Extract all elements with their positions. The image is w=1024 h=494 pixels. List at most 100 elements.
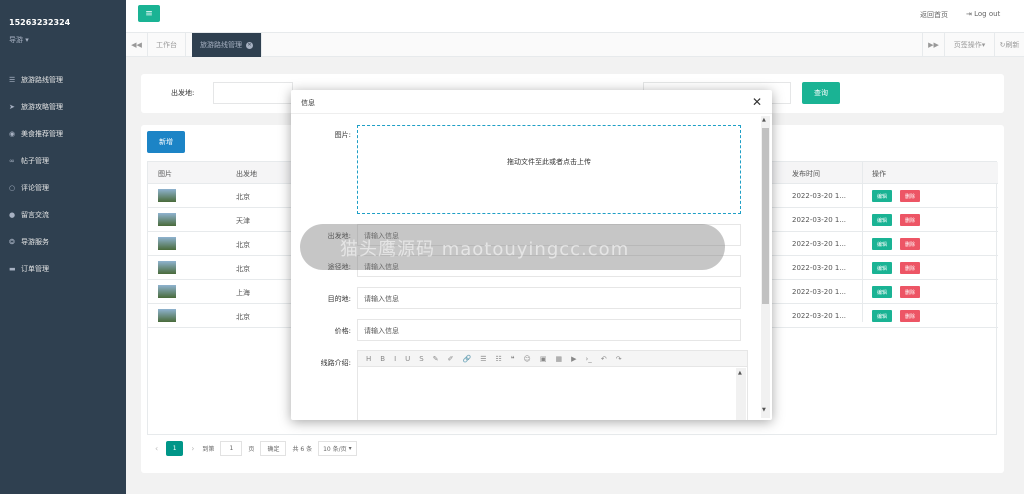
tab-label: 工作台 xyxy=(156,41,177,49)
modal-scrollbar[interactable]: ▲ ▼ xyxy=(761,116,770,418)
page-ops-dropdown[interactable]: 页签操作 ▾ xyxy=(944,33,994,57)
cell-from: 北京 xyxy=(236,241,250,249)
logout-link[interactable]: ⇥ Log out xyxy=(966,10,1000,18)
edit-button[interactable]: 编辑 xyxy=(872,238,892,250)
delete-button[interactable]: 删除 xyxy=(900,286,920,298)
user-name: 15263232324 xyxy=(9,18,71,27)
image-icon[interactable]: ▣ xyxy=(540,355,547,363)
page-size-value: 10 条/页 xyxy=(323,445,347,453)
sidebar-item-comments[interactable]: ○ 评论管理 xyxy=(0,174,126,201)
scroll-down-icon[interactable]: ▼ xyxy=(762,407,766,413)
cell-time: 2022-03-20 1... xyxy=(792,312,847,320)
refresh-button[interactable]: ↻ 刷新 xyxy=(994,33,1024,57)
font-color-icon[interactable]: ✎ xyxy=(433,355,439,363)
page-size-select[interactable]: 10 条/页 ▾ xyxy=(318,440,357,456)
goto-page-input[interactable]: 1 xyxy=(220,440,243,456)
destination-input[interactable]: 请输入信息 xyxy=(357,287,741,309)
quote-icon[interactable]: ❝ xyxy=(511,355,515,363)
scroll-up-icon: ▲ xyxy=(738,370,742,376)
align-icon[interactable]: ☷ xyxy=(495,355,501,363)
sidebar-item-label: 评论管理 xyxy=(21,183,49,192)
strikethrough-icon[interactable]: S xyxy=(419,355,423,363)
rich-text-editor[interactable]: H B I U S ✎ ✐ 🔗 ☰ ☷ ❝ ☺ ▣ ▦ ▶ ›_ ↶ ↷ ▲ xyxy=(357,350,748,420)
edit-button[interactable]: 编辑 xyxy=(872,214,892,226)
image-label: 图片: xyxy=(334,131,351,139)
list-icon[interactable]: ☰ xyxy=(480,355,486,363)
sidebar-item-food[interactable]: ◉ 美食推荐管理 xyxy=(0,120,126,147)
delete-button[interactable]: 删除 xyxy=(900,238,920,250)
edit-button[interactable]: 编辑 xyxy=(872,310,892,322)
chat-icon: ∞ xyxy=(9,156,15,165)
tab-dashboard[interactable]: 工作台 xyxy=(148,33,186,57)
scrollbar-thumb[interactable] xyxy=(762,128,769,304)
hamburger-icon: ≡ xyxy=(145,8,153,19)
sidebar-item-service[interactable]: ❂ 导游服务 xyxy=(0,228,126,255)
upload-dropzone[interactable]: 拖动文件至此或者点击上传 xyxy=(357,125,741,214)
goto-confirm-button[interactable]: 确定 xyxy=(260,440,287,456)
user-role-dropdown[interactable]: 导游 ▾ xyxy=(9,35,29,45)
editor-scrollbar[interactable]: ▲ xyxy=(736,368,746,420)
code-icon[interactable]: ›_ xyxy=(586,355,592,363)
close-tab-icon[interactable]: ✕ xyxy=(246,41,253,49)
price-label: 价格: xyxy=(334,327,351,335)
sidebar-item-label: 旅游路线管理 xyxy=(21,75,63,84)
watermark-text: 猫头鹰源码 maotouyingcc.com xyxy=(340,239,630,260)
route-thumbnail xyxy=(158,309,176,322)
sidebar-item-messages[interactable]: ● 留言交流 xyxy=(0,201,126,228)
tabs-scroll-right-button[interactable]: ▶▶ xyxy=(922,33,944,57)
delete-button[interactable]: 删除 xyxy=(900,262,920,274)
edit-button[interactable]: 编辑 xyxy=(872,190,892,202)
back-home-link[interactable]: 返回首页 xyxy=(920,10,948,20)
cell-from: 北京 xyxy=(236,193,250,201)
tabs-bar: ◀◀ 工作台 旅游路线管理 ✕ ▶▶ 页签操作 ▾ ↻ 刷新 xyxy=(126,32,1024,57)
route-thumbnail xyxy=(158,213,176,226)
delete-button[interactable]: 删除 xyxy=(900,310,920,322)
tab-label: 旅游路线管理 xyxy=(200,41,242,49)
cell-time: 2022-03-20 1... xyxy=(792,264,847,272)
col-ops: 操作 xyxy=(872,170,886,178)
from-search-input[interactable] xyxy=(213,82,293,104)
route-thumbnail xyxy=(158,189,176,202)
underline-icon[interactable]: U xyxy=(405,355,410,363)
redo-icon[interactable]: ↷ xyxy=(616,355,622,363)
video-icon[interactable]: ▶ xyxy=(571,355,576,363)
heading-icon[interactable]: H xyxy=(366,355,371,363)
route-thumbnail xyxy=(158,237,176,250)
link-icon[interactable]: 🔗 xyxy=(462,355,471,363)
sidebar: 15263232324 导游 ▾ ☰ 旅游路线管理 ➤ 旅游攻略管理 ◉ 美食推荐管理… xyxy=(0,0,126,494)
edit-button[interactable]: 编辑 xyxy=(872,262,892,274)
price-input[interactable]: 请输入信息 xyxy=(357,319,741,341)
sidebar-item-posts[interactable]: ∞ 帖子管理 xyxy=(0,147,126,174)
role-label: 导游 xyxy=(9,36,23,44)
delete-button[interactable]: 删除 xyxy=(900,214,920,226)
logout-label: Log out xyxy=(974,10,1001,18)
scroll-up-icon[interactable]: ▲ xyxy=(762,117,766,123)
current-page-button[interactable]: 1 xyxy=(166,440,184,456)
undo-icon[interactable]: ↶ xyxy=(601,355,607,363)
edit-button[interactable]: 编辑 xyxy=(872,286,892,298)
close-icon[interactable]: ✕ xyxy=(752,95,762,109)
prev-page-icon[interactable]: ‹ xyxy=(155,444,158,453)
comment-icon: ○ xyxy=(9,183,16,192)
add-button[interactable]: 新增 xyxy=(147,131,185,153)
route-thumbnail xyxy=(158,285,176,298)
italic-icon[interactable]: I xyxy=(394,355,396,363)
menu-toggle-button[interactable]: ≡ xyxy=(138,5,160,22)
modal-header: 信息 ✕ xyxy=(291,90,772,114)
highlight-icon[interactable]: ✐ xyxy=(448,355,454,363)
query-button[interactable]: 查询 xyxy=(802,82,840,104)
tab-route-management[interactable]: 旅游路线管理 ✕ xyxy=(192,33,262,57)
sidebar-item-guide[interactable]: ➤ 旅游攻略管理 xyxy=(0,93,126,120)
upload-hint: 拖动文件至此或者点击上传 xyxy=(507,158,591,166)
bold-icon[interactable]: B xyxy=(380,355,385,363)
delete-button[interactable]: 删除 xyxy=(900,190,920,202)
next-page-icon[interactable]: › xyxy=(191,444,194,453)
route-thumbnail xyxy=(158,261,176,274)
sidebar-item-orders[interactable]: ▬ 订单管理 xyxy=(0,255,126,282)
emoji-icon[interactable]: ☺ xyxy=(524,355,531,363)
sidebar-item-label: 帖子管理 xyxy=(21,156,49,165)
tabs-scroll-left-button[interactable]: ◀◀ xyxy=(126,33,148,57)
table-icon[interactable]: ▦ xyxy=(555,355,562,363)
top-header: ≡ 返回首页 ⇥ Log out xyxy=(126,0,1024,32)
sidebar-item-route[interactable]: ☰ 旅游路线管理 xyxy=(0,66,126,93)
